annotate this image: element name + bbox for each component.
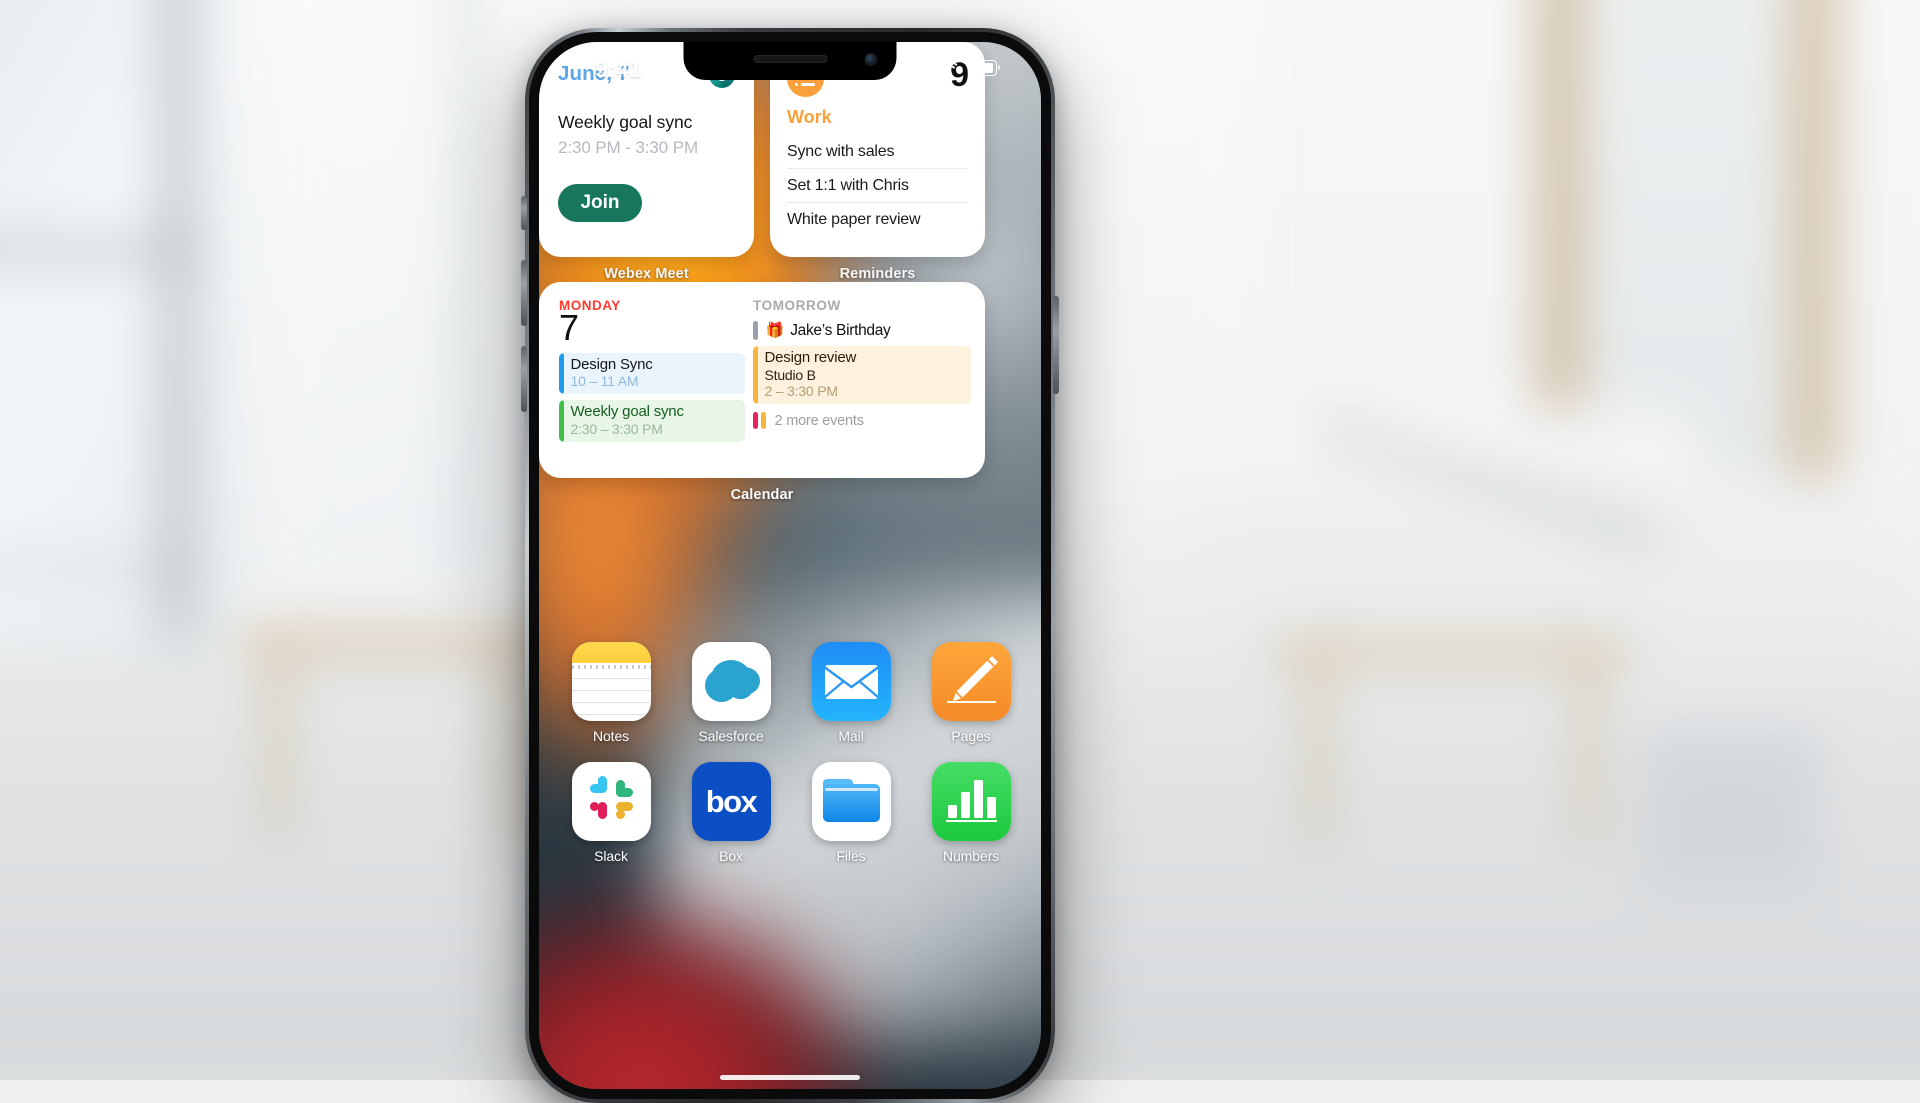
box-wordmark: box — [705, 783, 758, 819]
app-row-2: Slack box Box Files Numbers — [565, 762, 1017, 864]
home-screen: June, 7 Weekly goal sync 2:30 PM - 3:30 … — [539, 42, 1041, 1089]
pages-app-icon[interactable] — [931, 642, 1011, 721]
volume-up-button[interactable] — [521, 260, 527, 326]
front-camera — [865, 54, 877, 65]
reminders-list: Sync with sales Set 1:1 with Chris White… — [787, 135, 968, 236]
webex-widget-label: Webex Meet — [604, 266, 689, 282]
app-notes[interactable]: Notes — [565, 642, 657, 744]
calendar-event[interactable]: Weekly goal sync 2:30 – 3:30 PM — [559, 400, 745, 442]
list-item[interactable]: White paper review — [787, 202, 968, 236]
battery-icon — [968, 60, 1000, 76]
event-title: Jake’s Birthday — [790, 321, 891, 339]
slack-app-icon[interactable] — [571, 762, 651, 841]
calendar-event[interactable]: Design Sync 10 – 11 AM — [559, 352, 745, 395]
join-button[interactable]: Join — [558, 184, 642, 222]
event-color-bar — [753, 412, 758, 430]
status-bar-clock: 9:41 — [595, 56, 642, 82]
calendar-more-events[interactable]: 2 more events — [753, 412, 971, 430]
app-grid: Notes Salesforce Mail Pages Slack box Bo… — [565, 642, 1017, 882]
reminders-category: Work — [787, 107, 832, 127]
gift-icon: 🎁 — [765, 322, 785, 339]
iphone-device: 9:41 June, 7 Weekly goal sync 2:30 PM - … — [521, 28, 1059, 1103]
home-indicator[interactable] — [720, 1075, 860, 1080]
app-label: Mail — [838, 728, 864, 744]
calendar-tomorrow-header: TOMORROW — [753, 298, 841, 313]
cellular-signal-icon — [906, 60, 930, 76]
files-app-icon[interactable] — [811, 762, 891, 841]
event-title: Weekly goal sync — [570, 403, 684, 421]
app-slack[interactable]: Slack — [565, 762, 657, 864]
event-color-bar — [753, 321, 758, 340]
box-app-icon[interactable]: box — [691, 762, 771, 841]
app-label: Box — [719, 848, 743, 864]
app-mail[interactable]: Mail — [805, 642, 897, 744]
event-location: Studio B — [764, 366, 817, 383]
list-item[interactable]: Set 1:1 with Chris — [787, 168, 968, 202]
reminders-widget-label: Reminders — [839, 266, 916, 282]
calendar-widget-label: Calendar — [730, 487, 794, 503]
wifi-icon — [937, 60, 961, 78]
app-box[interactable]: box Box — [685, 762, 777, 864]
widget-calendar[interactable]: MONDAY 7 Design Sync 10 – 11 AM Weekly g… — [539, 282, 985, 503]
calendar-event[interactable]: Design review Studio B 2 – 3:30 PM — [753, 346, 971, 405]
webex-meeting-time: 2:30 PM - 3:30 PM — [558, 138, 699, 157]
calendar-birthday-event[interactable]: 🎁 Jake’s Birthday — [753, 321, 971, 340]
earpiece-speaker — [753, 55, 827, 63]
numbers-app-icon[interactable] — [931, 762, 1011, 841]
status-bar-indicators — [906, 60, 1000, 78]
app-salesforce[interactable]: Salesforce — [685, 642, 777, 744]
app-row-1: Notes Salesforce Mail Pages — [565, 642, 1017, 744]
notes-app-icon[interactable] — [571, 642, 651, 721]
app-pages[interactable]: Pages — [925, 642, 1017, 744]
calendar-day-number: 7 — [559, 307, 579, 348]
webex-meeting-title: Weekly goal sync — [558, 112, 693, 132]
calendar-widget-card[interactable]: MONDAY 7 Design Sync 10 – 11 AM Weekly g… — [539, 282, 985, 478]
app-label: Notes — [592, 728, 630, 744]
silent-switch[interactable] — [521, 196, 527, 230]
event-time: 2 – 3:30 PM — [764, 383, 838, 400]
app-numbers[interactable]: Numbers — [925, 762, 1017, 864]
power-button[interactable] — [1053, 296, 1059, 394]
device-notch — [683, 42, 897, 80]
calendar-tomorrow-column: TOMORROW 🎁 Jake’s Birthday Design review… — [745, 282, 985, 478]
event-time: 2:30 – 3:30 PM — [570, 420, 663, 437]
app-label: Files — [836, 848, 866, 864]
volume-down-button[interactable] — [521, 346, 527, 412]
event-color-bar — [761, 412, 766, 430]
app-label: Numbers — [942, 848, 1000, 864]
list-item[interactable]: Sync with sales — [787, 135, 968, 168]
mail-app-icon[interactable] — [811, 642, 891, 721]
salesforce-app-icon[interactable] — [691, 642, 771, 721]
more-events-label: 2 more events — [774, 412, 864, 429]
event-title: Design review — [764, 349, 857, 366]
event-time: 10 – 11 AM — [570, 373, 639, 390]
app-files[interactable]: Files — [805, 762, 897, 864]
event-title: Design Sync — [570, 355, 653, 373]
phone-screen: 9:41 June, 7 Weekly goal sync 2:30 PM - … — [539, 42, 1041, 1089]
app-label: Salesforce — [698, 728, 764, 744]
calendar-today-column: MONDAY 7 Design Sync 10 – 11 AM Weekly g… — [539, 282, 745, 478]
app-label: Slack — [594, 848, 628, 864]
app-label: Pages — [951, 728, 991, 744]
